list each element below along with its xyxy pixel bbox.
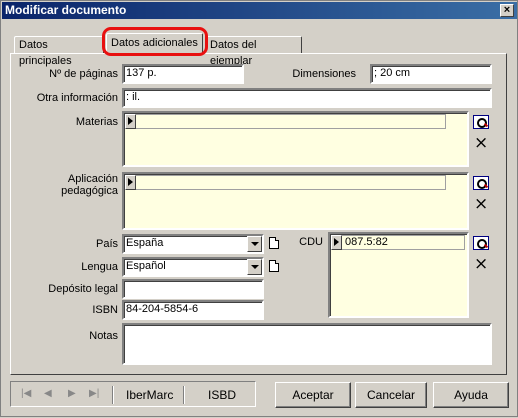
paginas-label: Nº de páginas xyxy=(49,68,118,80)
pais-select[interactable]: España xyxy=(122,234,264,254)
cdu-list[interactable]: 087.5:82 xyxy=(328,232,469,318)
aplicacion-search-icon[interactable] xyxy=(473,176,489,190)
paginas-field[interactable]: 137 p. xyxy=(122,64,244,84)
cdu-search-icon[interactable] xyxy=(473,236,489,250)
materias-label: Materias xyxy=(75,116,118,128)
pais-new-icon[interactable] xyxy=(269,237,279,249)
aplicacion-label-1: Aplicación xyxy=(67,173,118,185)
form-area: Nº de páginas 137 p. Dimensiones ; 20 cm… xyxy=(1,1,518,418)
lengua-value: Español xyxy=(126,260,166,272)
aplicacion-row[interactable] xyxy=(136,175,446,190)
row-indicator-icon xyxy=(331,235,342,250)
cdu-row[interactable]: 087.5:82 xyxy=(342,235,465,250)
lengua-new-icon[interactable] xyxy=(269,260,279,272)
deposito-label: Depósito legal xyxy=(48,283,118,295)
materias-search-icon[interactable] xyxy=(473,115,489,129)
dialog-window: Modificar documento × Datos principales … xyxy=(0,0,518,417)
aplicacion-label-2: pedagógica xyxy=(61,185,118,197)
materias-list[interactable] xyxy=(122,111,469,167)
lengua-select[interactable]: Español xyxy=(122,257,264,277)
otra-info-label: Otra información xyxy=(36,92,118,104)
row-indicator-icon xyxy=(125,114,136,129)
isbn-label: ISBN xyxy=(92,304,118,316)
pais-label: País xyxy=(95,238,118,250)
otra-info-field[interactable]: : il. xyxy=(122,88,492,108)
dimensiones-label: Dimensiones xyxy=(292,68,356,80)
row-indicator-icon xyxy=(125,175,136,190)
dimensiones-field[interactable]: ; 20 cm xyxy=(370,64,492,84)
cdu-delete-icon[interactable]: × xyxy=(474,256,488,273)
isbn-field[interactable]: 84-204-5854-6 xyxy=(122,300,264,320)
deposito-field[interactable] xyxy=(122,279,264,299)
notas-field[interactable] xyxy=(122,323,492,365)
cdu-label: CDU xyxy=(299,236,323,248)
chevron-down-icon[interactable] xyxy=(247,259,262,275)
materias-delete-icon[interactable]: × xyxy=(474,135,488,152)
notas-label: Notas xyxy=(89,330,118,342)
aplicacion-delete-icon[interactable]: × xyxy=(474,196,488,213)
materias-row[interactable] xyxy=(136,114,446,129)
pais-value: España xyxy=(126,237,164,249)
aplicacion-list[interactable] xyxy=(122,172,469,230)
lengua-label: Lengua xyxy=(81,261,118,273)
chevron-down-icon[interactable] xyxy=(247,236,262,252)
